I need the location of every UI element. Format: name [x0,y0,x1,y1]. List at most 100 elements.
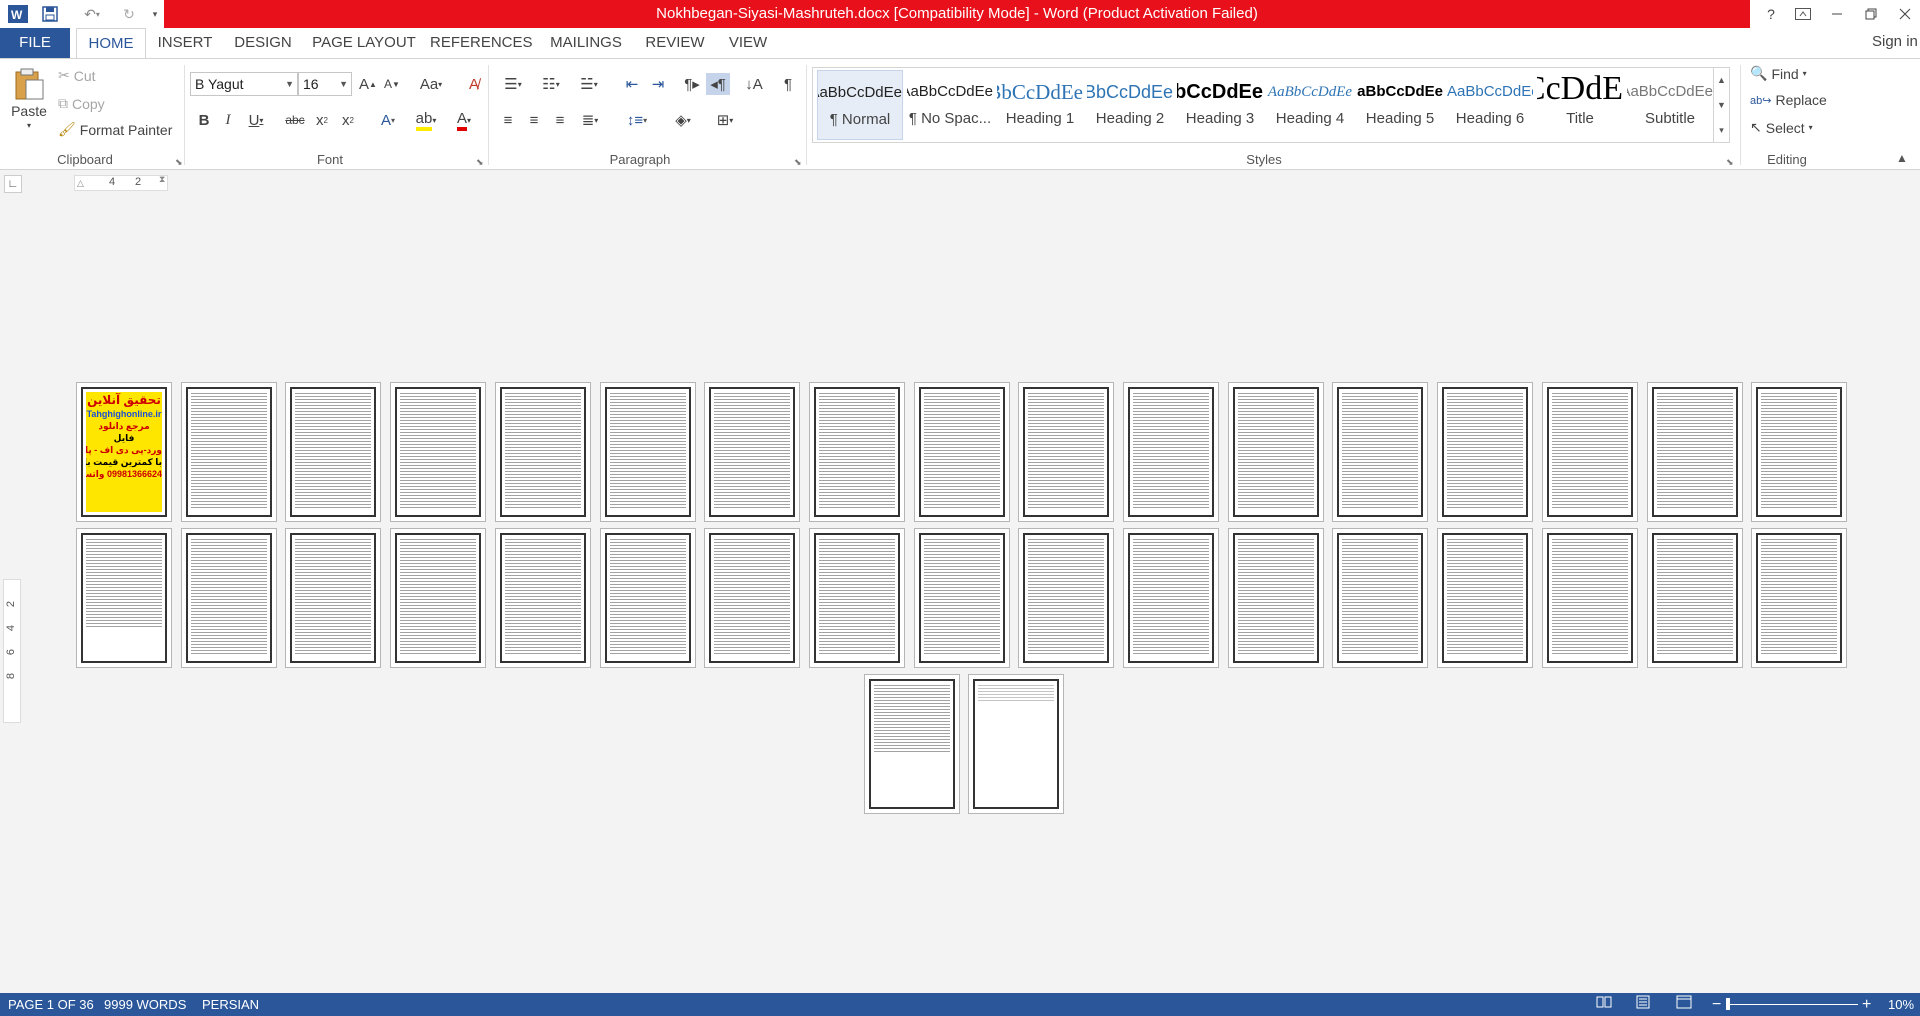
zoom-slider[interactable] [1728,1004,1858,1005]
page-thumbnail[interactable] [1332,528,1428,668]
zoom-out-icon[interactable]: − [1712,993,1721,1016]
tab-insert[interactable]: INSERT [154,28,216,58]
page-thumbnail[interactable] [390,382,486,522]
italic-icon[interactable]: I [216,109,240,131]
page-thumbnail[interactable] [76,528,172,668]
restore-icon[interactable] [1856,0,1886,28]
page-thumbnail[interactable] [1647,528,1743,668]
decrease-indent-icon[interactable]: ⇤ [620,73,644,95]
multilevel-list-icon[interactable]: ☱ ▾ [572,73,606,95]
replace-button[interactable]: ab↪ Replace [1750,92,1827,108]
page-thumbnail[interactable] [1123,528,1219,668]
page-thumbnail[interactable] [1228,528,1324,668]
line-spacing-icon[interactable]: ↕≡ ▾ [620,109,654,131]
undo-icon[interactable]: ↶ ▾ [74,3,110,25]
page-thumbnail[interactable] [600,382,696,522]
paragraph-launcher-icon[interactable]: ⬊ [794,157,802,168]
page-thumbnail[interactable] [704,528,800,668]
page-thumbnail[interactable] [285,382,381,522]
style-no-spacing[interactable]: AaBbCcDdEe ¶ No Spac... [907,70,993,140]
strikethrough-icon[interactable]: abc [282,109,308,131]
styles-launcher-icon[interactable]: ⬊ [1726,157,1734,168]
show-formatting-marks-icon[interactable]: ¶ [776,73,800,95]
gallery-scroll-up-icon[interactable]: ▲ [1713,68,1729,93]
find-button[interactable]: 🔍 Find ▾ [1750,65,1807,82]
style-title[interactable]: AaBbCcDdE Title [1537,70,1623,140]
style-subtitle[interactable]: AaBbCcDdEe Subtitle [1627,70,1713,140]
text-effects-icon[interactable]: A ▾ [372,109,404,131]
tab-design[interactable]: DESIGN [230,28,296,58]
tab-references[interactable]: REFERENCES [430,28,533,58]
close-icon[interactable] [1890,0,1920,28]
bullets-icon[interactable]: ☰ ▾ [496,73,530,95]
select-button[interactable]: ↖ Select ▾ [1750,119,1813,136]
page-count-status[interactable]: PAGE 1 OF 36 [8,993,94,1016]
page-thumbnail[interactable] [1647,382,1743,522]
style-heading-3[interactable]: AaBbCcDdEe Heading 3 [1177,70,1263,140]
tab-file[interactable]: FILE [0,28,70,58]
page-thumbnail[interactable] [968,674,1064,814]
tab-mailings[interactable]: MAILINGS [546,28,626,58]
page-thumbnail[interactable] [1332,382,1428,522]
page-thumbnail[interactable] [914,382,1010,522]
superscript-icon[interactable]: x2 [336,109,360,131]
page-thumbnail[interactable] [1542,382,1638,522]
zoom-in-icon[interactable]: + [1862,993,1871,1016]
numbering-icon[interactable]: ☷ ▾ [534,73,568,95]
document-canvas[interactable]: 2 4 6 8 تحقیق آنلاین Tahghighonline.ir م… [0,201,1920,993]
word-count-status[interactable]: 9999 WORDS [104,993,186,1016]
tab-review[interactable]: REVIEW [638,28,712,58]
style-heading-6[interactable]: AaBbCcDdEe Heading 6 [1447,70,1533,140]
style-normal[interactable]: AaBbCcDdEe ¶ Normal [817,70,903,140]
font-name-combo[interactable]: B Yagut ▼ [190,72,298,96]
read-mode-icon[interactable] [1596,993,1612,1016]
tab-view[interactable]: VIEW [722,28,774,58]
gallery-scroll-down-icon[interactable]: ▼ [1713,93,1729,118]
help-icon[interactable]: ? [1756,0,1786,28]
indent-marker-icon[interactable]: △ [77,178,84,189]
clipboard-launcher-icon[interactable]: ⬊ [175,157,183,168]
tab-home[interactable]: HOME [76,28,146,59]
tab-selector-icon[interactable]: ∟ [4,175,22,193]
align-center-icon[interactable]: ≡ [522,109,546,131]
style-heading-5[interactable]: AaBbCcDdEe Heading 5 [1357,70,1443,140]
clear-formatting-icon[interactable]: A̸ [462,73,486,95]
align-left-icon[interactable]: ≡ [496,109,520,131]
copy-button[interactable]: ⧉ Copy [58,95,105,112]
right-indent-marker-icon[interactable]: ⧗ [159,174,165,185]
font-color-icon[interactable]: A ▾ [448,109,480,131]
collapse-ribbon-icon[interactable]: ▲ [1896,151,1908,165]
font-launcher-icon[interactable]: ⬊ [476,157,484,168]
page-thumbnail[interactable] [1018,382,1114,522]
underline-icon[interactable]: U ▾ [240,109,272,131]
page-thumbnail[interactable] [1437,382,1533,522]
language-status[interactable]: PERSIAN [202,993,259,1016]
page-thumbnail[interactable] [181,528,277,668]
page-thumbnail[interactable] [600,528,696,668]
ltr-icon[interactable]: ¶▸ [680,73,704,95]
page-thumbnail[interactable] [390,528,486,668]
justify-icon[interactable]: ≣ ▾ [574,109,606,131]
gallery-more-icon[interactable]: ▾ [1713,118,1729,143]
word-icon[interactable]: W [4,3,32,25]
page-thumbnail[interactable] [1751,382,1847,522]
minimize-icon[interactable] [1822,0,1852,28]
borders-icon[interactable]: ⊞ ▾ [708,109,742,131]
page-thumbnail[interactable] [495,528,591,668]
subscript-icon[interactable]: x2 [310,109,334,131]
page-thumbnail[interactable] [1228,382,1324,522]
page-thumbnail[interactable] [704,382,800,522]
highlight-icon[interactable]: ab ▾ [410,109,442,131]
web-layout-icon[interactable] [1676,993,1692,1016]
change-case-icon[interactable]: Aa ▾ [414,73,448,95]
page-thumbnail[interactable] [181,382,277,522]
style-heading-1[interactable]: AaBbCcDdEe Heading 1 [997,70,1083,140]
cut-button[interactable]: ✂ Cut [58,67,96,84]
shrink-font-icon[interactable]: A ▼ [380,73,404,95]
paste-button[interactable]: Paste ▾ [10,67,48,130]
save-icon[interactable] [38,3,62,25]
page-thumbnail[interactable] [1437,528,1533,668]
page-thumbnail[interactable] [864,674,960,814]
format-painter-button[interactable]: 🖌 Format Painter [58,121,172,138]
page-thumbnail[interactable] [914,528,1010,668]
